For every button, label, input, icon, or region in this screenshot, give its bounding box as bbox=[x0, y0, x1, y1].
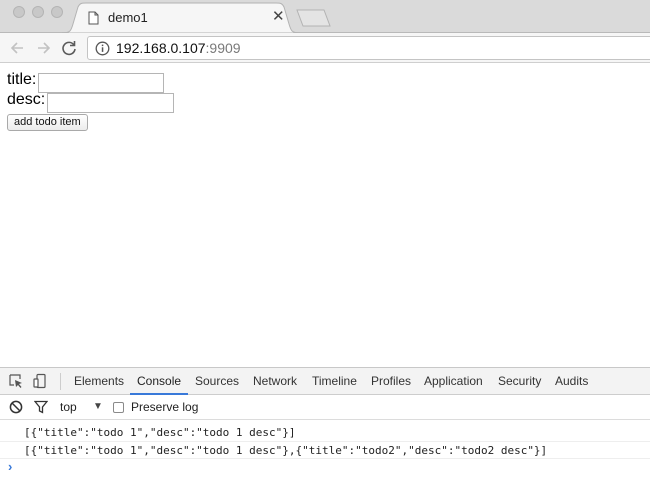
url-text: 192.168.0.107:9909 bbox=[116, 40, 241, 56]
console-output: [{"title":"todo 1","desc":"todo 1 desc"}… bbox=[0, 421, 650, 484]
console-prompt-icon[interactable]: › bbox=[8, 459, 12, 474]
forward-arrow-icon[interactable] bbox=[33, 38, 53, 58]
page-icon bbox=[88, 11, 99, 25]
desc-input[interactable] bbox=[47, 93, 174, 113]
console-log-line: [{"title":"todo 1","desc":"todo 1 desc"}… bbox=[24, 426, 296, 439]
add-todo-item-button[interactable]: add todo item bbox=[7, 114, 88, 131]
title-row: title: bbox=[7, 71, 164, 93]
tab-application[interactable]: Application bbox=[424, 368, 483, 395]
close-window-button[interactable] bbox=[13, 6, 25, 18]
console-toolbar: top ▼ Preserve log bbox=[0, 395, 650, 420]
new-tab-button[interactable] bbox=[296, 9, 332, 27]
tab-timeline[interactable]: Timeline bbox=[312, 368, 357, 395]
log-divider bbox=[0, 458, 650, 459]
reload-icon[interactable] bbox=[59, 38, 79, 58]
url-host: 192.168.0.107 bbox=[116, 40, 206, 56]
context-dropdown-arrow-icon[interactable]: ▼ bbox=[93, 401, 103, 412]
site-info-icon[interactable] bbox=[95, 41, 110, 56]
back-arrow-icon[interactable] bbox=[8, 38, 28, 58]
inspect-element-icon[interactable] bbox=[8, 373, 24, 389]
context-selector[interactable]: top bbox=[60, 400, 77, 414]
desc-row: desc: bbox=[7, 91, 174, 113]
log-divider bbox=[0, 441, 650, 442]
tab-sources[interactable]: Sources bbox=[195, 368, 239, 395]
tab-elements[interactable]: Elements bbox=[74, 368, 124, 395]
address-bar[interactable]: 192.168.0.107:9909 bbox=[87, 36, 650, 60]
browser-toolbar: 192.168.0.107:9909 bbox=[0, 33, 650, 63]
devtools-tab-bar: Elements Console Sources Network Timelin… bbox=[0, 368, 650, 395]
clear-console-icon[interactable] bbox=[9, 400, 23, 414]
tab-close-icon[interactable]: ✕ bbox=[272, 8, 285, 26]
devtools-separator bbox=[60, 373, 61, 390]
tab-network[interactable]: Network bbox=[253, 368, 297, 395]
devtools-panel: Elements Console Sources Network Timelin… bbox=[0, 367, 650, 484]
url-port: :9909 bbox=[205, 40, 241, 56]
tab-audits[interactable]: Audits bbox=[555, 368, 588, 395]
title-label: title: bbox=[7, 71, 37, 88]
title-input[interactable] bbox=[38, 73, 164, 93]
page-content: title: desc: add todo item bbox=[0, 64, 650, 367]
desc-label: desc: bbox=[7, 91, 46, 108]
filter-icon[interactable] bbox=[34, 400, 48, 414]
tab-strip: demo1 ✕ bbox=[0, 0, 650, 34]
device-toolbar-icon[interactable] bbox=[32, 373, 48, 389]
tab-title: demo1 bbox=[108, 10, 148, 25]
console-log-line: [{"title":"todo 1","desc":"todo 1 desc"}… bbox=[24, 444, 548, 457]
minimize-window-button[interactable] bbox=[32, 6, 44, 18]
preserve-log-checkbox[interactable] bbox=[113, 402, 124, 413]
tab-security[interactable]: Security bbox=[498, 368, 541, 395]
tab-demo1[interactable]: demo1 ✕ bbox=[80, 4, 288, 33]
preserve-log-label[interactable]: Preserve log bbox=[131, 400, 198, 414]
tab-console[interactable]: Console bbox=[130, 368, 189, 395]
tab-profiles[interactable]: Profiles bbox=[371, 368, 411, 395]
